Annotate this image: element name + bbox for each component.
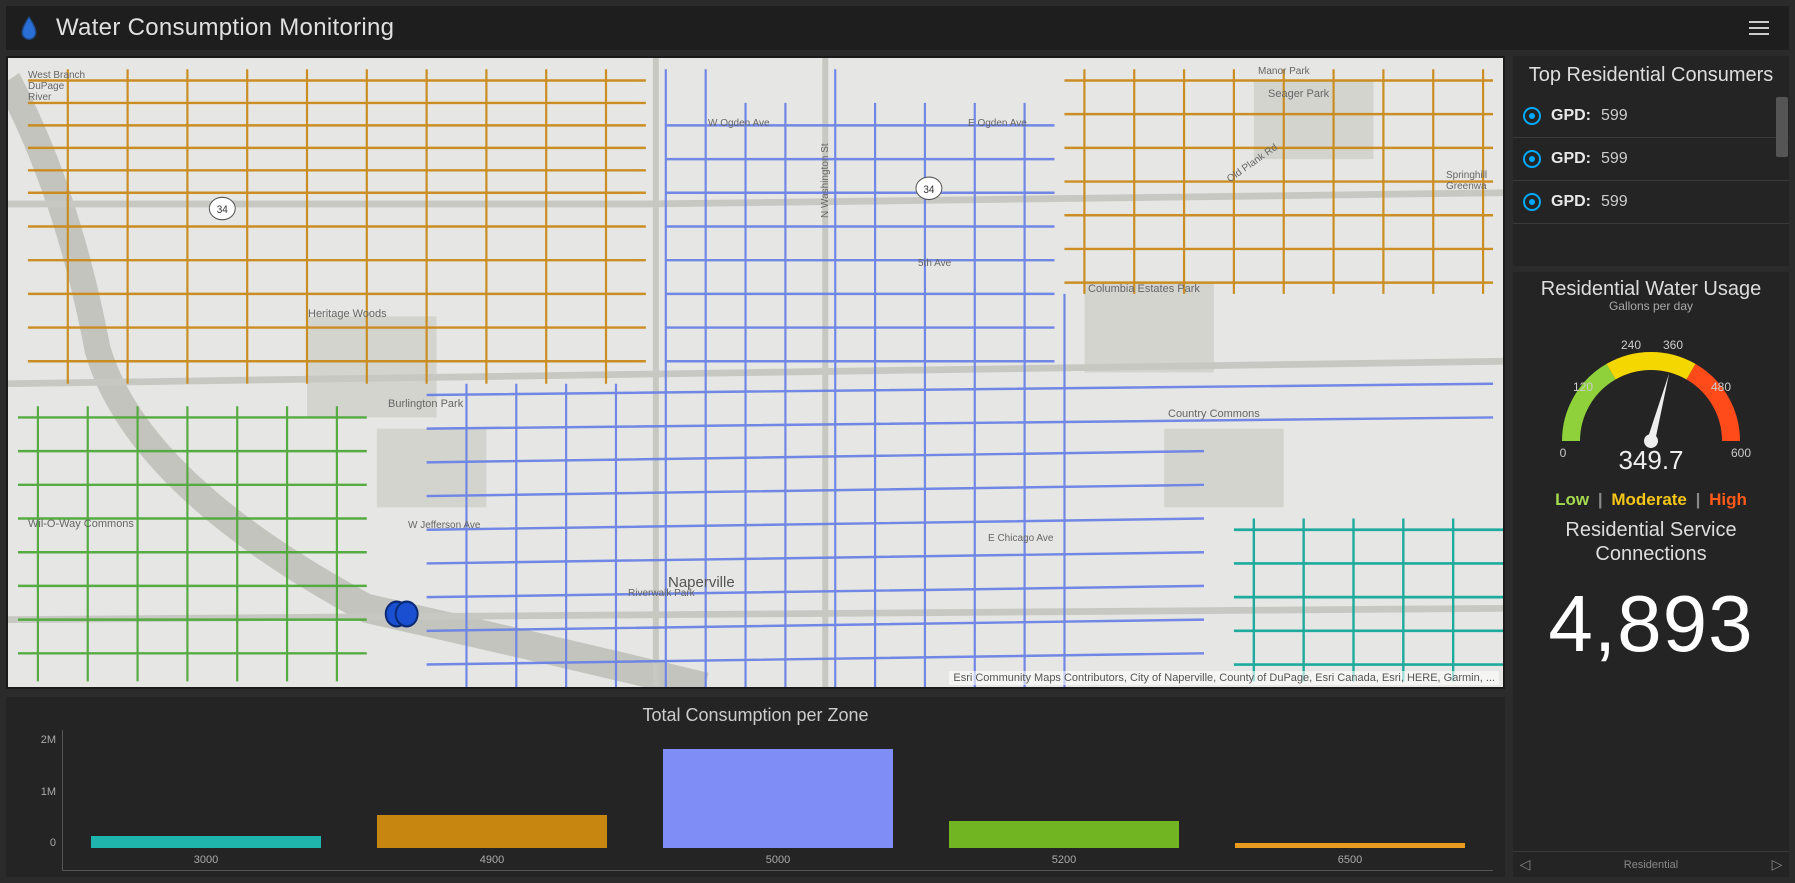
app-title: Water Consumption Monitoring <box>56 14 1743 42</box>
bar-category-label: 5200 <box>1052 848 1076 870</box>
map-road-label: W Jefferson Ave <box>408 520 480 531</box>
legend-high: High <box>1709 490 1747 509</box>
bar-slot: 5000 <box>635 730 921 870</box>
map-canvas[interactable]: 34 34 <box>8 58 1503 687</box>
chart-y-axis: 2M 1M 0 <box>18 730 62 871</box>
gpd-label: GPD: <box>1551 107 1591 125</box>
consumer-item[interactable]: GPD: 599 <box>1513 138 1789 181</box>
y-tick: 1M <box>41 786 56 798</box>
menu-icon[interactable] <box>1743 15 1775 41</box>
body: 34 34 Naperville Heritage Woods Burlingt… <box>6 56 1789 877</box>
map-park-label: Columbia Estates Park <box>1088 283 1200 295</box>
legend-low: Low <box>1555 490 1589 509</box>
bar-slot: 6500 <box>1207 730 1493 870</box>
map-road-label: N Washington St <box>820 143 831 218</box>
gauge-legend: Low | Moderate | High <box>1513 476 1789 518</box>
svg-text:120: 120 <box>1573 380 1593 394</box>
map-panel[interactable]: 34 34 Naperville Heritage Woods Burlingt… <box>6 56 1505 689</box>
bar[interactable] <box>663 749 893 848</box>
svg-text:34: 34 <box>923 183 934 196</box>
chart-bars[interactable]: 3000 4900 5000 5200 6500 <box>62 730 1493 871</box>
map-park-label: Seager Park <box>1268 88 1329 100</box>
map-road-label: E Ogden Ave <box>968 118 1027 129</box>
legend-moderate: Moderate <box>1611 490 1687 509</box>
bar[interactable] <box>91 836 321 848</box>
y-tick: 2M <box>41 734 56 746</box>
bar-category-label: 5000 <box>766 848 790 870</box>
bar-slot: 5200 <box>921 730 1207 870</box>
gpd-value: 599 <box>1601 107 1628 125</box>
map-river-label: West Branch DuPage River <box>28 70 88 103</box>
gauge-subtitle: Gallons per day <box>1513 299 1789 313</box>
water-drop-icon <box>20 16 38 40</box>
gpd-label: GPD: <box>1551 193 1591 211</box>
locate-icon[interactable] <box>1523 150 1541 168</box>
chart-title: Total Consumption per Zone <box>6 697 1505 730</box>
hwy-shield: 34 <box>209 197 235 219</box>
map-park-label: Riverwalk Park <box>628 588 695 599</box>
locate-icon[interactable] <box>1523 193 1541 211</box>
chart-area: 2M 1M 0 3000 4900 5000 5200 6500 <box>6 730 1505 877</box>
scrollbar-thumb[interactable] <box>1776 97 1788 157</box>
top-consumers-panel: Top Residential Consumers GPD: 599GPD: 5… <box>1513 56 1789 266</box>
map-park-label: Heritage Woods <box>308 308 387 320</box>
bar-slot: 3000 <box>63 730 349 870</box>
map-road-label: 5th Ave <box>918 258 951 269</box>
map-road-label: W Ogden Ave <box>708 118 770 129</box>
locate-icon[interactable] <box>1523 107 1541 125</box>
chart-panel: Total Consumption per Zone 2M 1M 0 3000 4… <box>6 697 1505 877</box>
bar-category-label: 3000 <box>194 848 218 870</box>
gauge-title: Residential Water Usage <box>1513 272 1789 301</box>
app-root: Water Consumption Monitoring <box>0 0 1795 883</box>
gpd-label: GPD: <box>1551 150 1591 168</box>
svg-text:360: 360 <box>1663 338 1683 352</box>
map-park-label: Manor Park <box>1258 66 1310 77</box>
bar[interactable] <box>377 815 607 848</box>
bar-category-label: 4900 <box>480 848 504 870</box>
y-tick: 0 <box>50 837 56 849</box>
map-park-label: Country Commons <box>1168 408 1260 420</box>
tab-prev-icon[interactable]: ◁ <box>1513 856 1537 873</box>
gpd-value: 599 <box>1601 150 1628 168</box>
top-consumers-title: Top Residential Consumers <box>1513 56 1789 95</box>
tab-label[interactable]: Residential <box>1537 859 1765 871</box>
bar[interactable] <box>949 821 1179 848</box>
connections-value: 4,893 <box>1513 566 1789 672</box>
map-park-label: Burlington Park <box>388 398 463 410</box>
connections-title: Residential Service Connections <box>1513 518 1789 566</box>
right-column: Top Residential Consumers GPD: 599GPD: 5… <box>1513 56 1789 877</box>
usage-gauge-panel: Residential Water Usage Gallons per day … <box>1513 272 1789 877</box>
tab-next-icon[interactable]: ▷ <box>1765 856 1789 873</box>
panel-tab-bar: ◁ Residential ▷ <box>1513 851 1789 877</box>
gauge-value: 349.7 <box>1513 445 1789 476</box>
left-column: 34 34 Naperville Heritage Woods Burlingt… <box>6 56 1505 877</box>
svg-text:240: 240 <box>1621 338 1641 352</box>
bar-category-label: 6500 <box>1338 848 1362 870</box>
map-attribution: Esri Community Maps Contributors, City o… <box>949 671 1499 685</box>
svg-text:34: 34 <box>217 203 228 216</box>
gpd-value: 599 <box>1601 193 1628 211</box>
app-header: Water Consumption Monitoring <box>6 6 1789 50</box>
consumer-list[interactable]: GPD: 599GPD: 599GPD: 599 <box>1513 95 1789 266</box>
svg-text:480: 480 <box>1711 380 1731 394</box>
bar-slot: 4900 <box>349 730 635 870</box>
consumer-item[interactable]: GPD: 599 <box>1513 95 1789 138</box>
map-road-label: E Chicago Ave <box>988 533 1053 544</box>
map-park-label: Springhill Greenwa <box>1446 170 1501 192</box>
map-park-label: Wil-O-Way Commons <box>28 518 134 530</box>
consumer-item[interactable]: GPD: 599 <box>1513 181 1789 224</box>
